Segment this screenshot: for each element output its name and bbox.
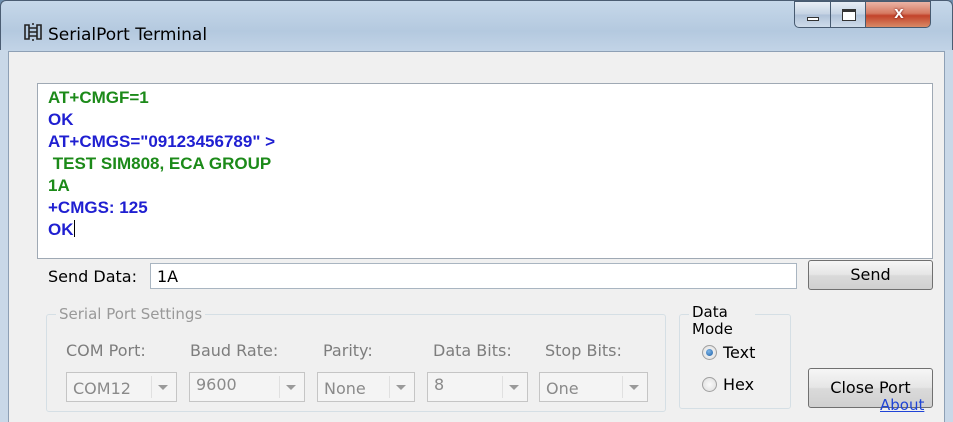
com-port-value: COM12 xyxy=(73,379,131,398)
window-title: SerialPort Terminal xyxy=(48,25,208,45)
maximize-icon xyxy=(842,9,856,21)
terminal-line: AT+CMGS="09123456789" > xyxy=(48,132,276,151)
window-frame-left xyxy=(0,50,8,422)
terminal-line-last: OK xyxy=(48,220,75,240)
terminal-line-text: OK xyxy=(48,220,74,239)
send-data-label: Send Data: xyxy=(48,267,137,286)
terminal-line: AT+CMGF=1 xyxy=(48,88,149,107)
data-bits-select[interactable]: 8 xyxy=(427,372,528,402)
minimize-button[interactable] xyxy=(794,1,831,28)
chevron-down-icon xyxy=(158,385,168,390)
parity-select[interactable]: None xyxy=(317,372,415,402)
text-mode-label[interactable]: Text xyxy=(723,343,755,362)
chevron-down-icon xyxy=(629,385,639,390)
stop-bits-label: Stop Bits: xyxy=(545,341,622,360)
parity-value: None xyxy=(324,379,366,398)
baud-rate-label: Baud Rate: xyxy=(190,341,279,360)
chevron-down-icon xyxy=(286,385,296,390)
baud-rate-value: 9600 xyxy=(196,375,237,394)
combo-separator xyxy=(502,376,503,398)
send-data-input[interactable]: 1A xyxy=(150,263,797,289)
about-link[interactable]: About xyxy=(880,396,924,414)
com-port-label: COM Port: xyxy=(66,341,146,360)
terminal-line: +CMGS: 125 xyxy=(48,198,148,217)
baud-rate-select[interactable]: 9600 xyxy=(189,372,305,402)
serial-port-settings-title: Serial Port Settings xyxy=(56,305,206,323)
window-frame-right xyxy=(945,50,953,422)
minimize-icon xyxy=(807,17,819,21)
terminal-line: TEST SIM808, ECA GROUP xyxy=(48,154,272,173)
combo-separator xyxy=(151,376,152,398)
stop-bits-select[interactable]: One xyxy=(539,372,648,402)
combo-separator xyxy=(622,376,623,398)
close-icon: x xyxy=(894,3,904,22)
combo-separator xyxy=(279,376,280,398)
serial-port-icon xyxy=(24,23,42,41)
terminal-line: OK xyxy=(48,110,74,129)
data-bits-value: 8 xyxy=(434,375,445,394)
terminal-line: 1A xyxy=(48,176,70,195)
parity-label: Parity: xyxy=(323,341,373,360)
data-mode-title: Data Mode xyxy=(689,304,755,334)
text-mode-radio[interactable] xyxy=(702,345,717,360)
combo-separator xyxy=(389,376,390,398)
title-bar[interactable]: SerialPort Terminal x xyxy=(1,1,952,51)
maximize-button[interactable] xyxy=(830,1,866,28)
text-caret xyxy=(73,220,75,237)
close-window-button[interactable]: x xyxy=(865,1,931,28)
hex-mode-label[interactable]: Hex xyxy=(723,375,754,394)
data-bits-label: Data Bits: xyxy=(433,341,512,360)
stop-bits-value: One xyxy=(546,379,579,398)
send-button[interactable]: Send xyxy=(808,260,933,290)
chevron-down-icon xyxy=(509,385,519,390)
hex-mode-radio[interactable] xyxy=(702,377,717,392)
com-port-select[interactable]: COM12 xyxy=(66,372,177,402)
terminal-output[interactable]: AT+CMGF=1 OK AT+CMGS="09123456789" > TES… xyxy=(37,83,933,259)
chevron-down-icon xyxy=(396,385,406,390)
